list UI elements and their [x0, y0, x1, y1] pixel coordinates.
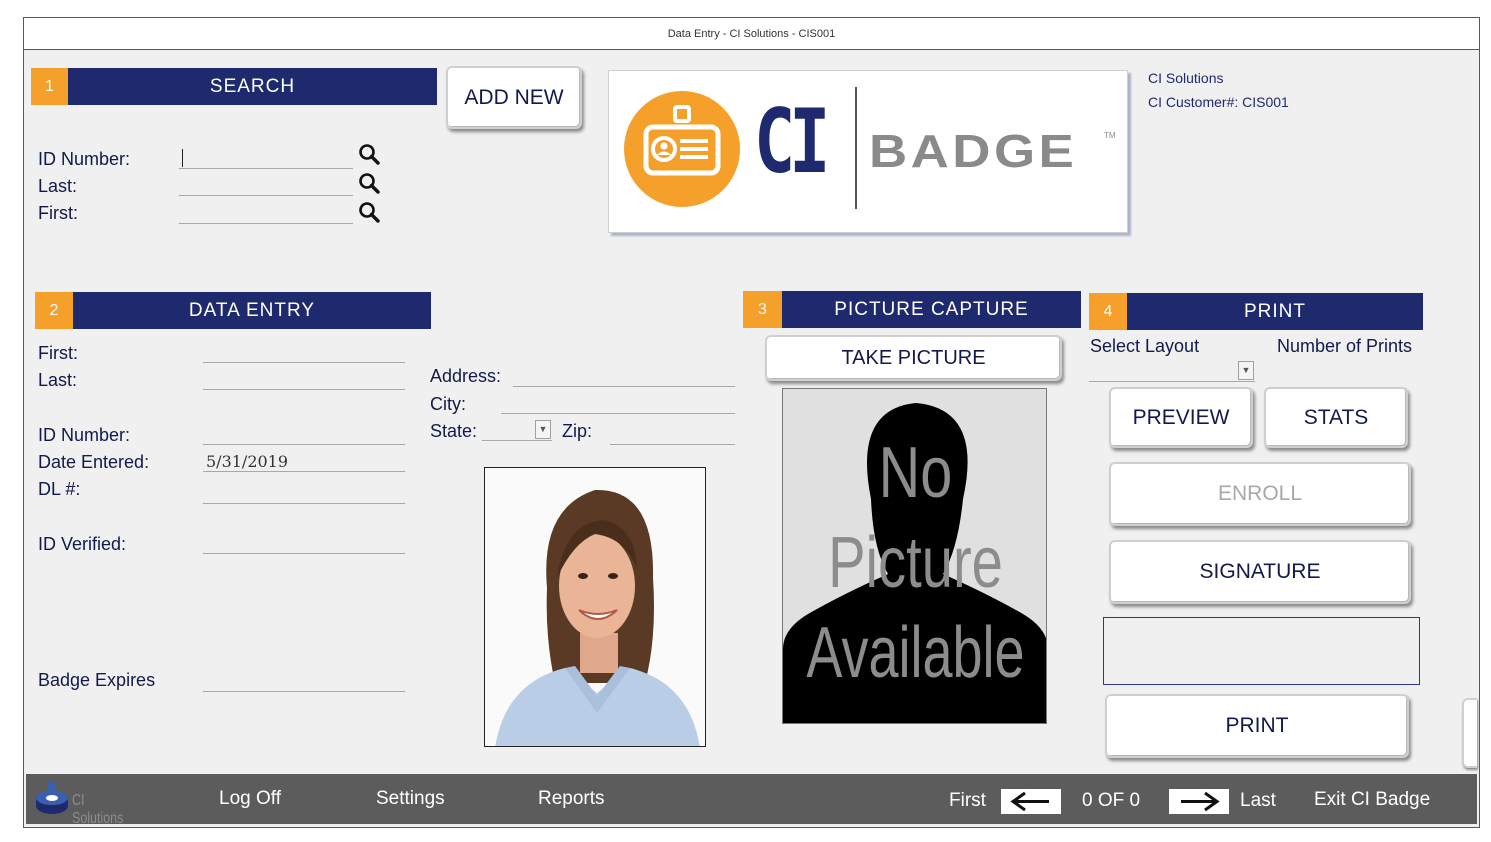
search-first-icon[interactable]: [358, 201, 380, 223]
logo-divider: [855, 87, 857, 209]
record-counter: 0 OF 0: [1082, 790, 1141, 811]
add-new-button[interactable]: ADD NEW: [446, 66, 582, 129]
search-id-icon[interactable]: [358, 143, 380, 165]
date-entered-field[interactable]: 5/31/2019: [203, 449, 405, 472]
section-header-data-entry: DATA ENTRY: [73, 292, 431, 329]
id-verified-field[interactable]: [203, 531, 405, 554]
window-title: Data Entry - CI Solutions - CIS001: [24, 18, 1479, 50]
dl-number-label: DL #:: [38, 479, 81, 499]
ci-logo-icon: [36, 782, 68, 814]
arrow-left-icon: [1010, 791, 1049, 812]
partial-side-button[interactable]: [1462, 698, 1477, 768]
state-label: State:: [430, 421, 478, 441]
address-field[interactable]: [513, 364, 735, 387]
exit-button[interactable]: Exit CI Badge: [1314, 789, 1430, 811]
section-number-print: 4: [1089, 293, 1127, 330]
chevron-down-icon[interactable]: ▼: [535, 420, 551, 439]
date-entered-value: 5/31/2019: [206, 452, 289, 471]
footer-logo-text: CI Solutions: [72, 792, 124, 827]
search-id-label: ID Number:: [38, 149, 131, 169]
last-name-label: Last:: [38, 370, 78, 390]
search-first-input[interactable]: [179, 201, 353, 224]
zip-field[interactable]: [610, 422, 735, 445]
section-number-search: 1: [31, 68, 68, 105]
badge-expires-field[interactable]: [203, 669, 405, 692]
logo-badge-text: BADGE: [869, 125, 1078, 177]
number-of-prints-label: Number of Prints: [1277, 336, 1413, 356]
select-layout-label: Select Layout: [1090, 336, 1200, 356]
search-first-label: First:: [38, 203, 78, 223]
ci-badge-logo: CI BADGE TM: [608, 70, 1128, 233]
chevron-down-icon[interactable]: ▼: [1238, 361, 1254, 380]
print-button[interactable]: PRINT: [1105, 694, 1409, 758]
first-name-field[interactable]: [203, 340, 405, 363]
settings-link[interactable]: Settings: [376, 788, 445, 810]
address-label: Address:: [430, 366, 502, 386]
section-header-search: SEARCH: [68, 68, 437, 105]
section-number-data-entry: 2: [35, 292, 73, 329]
existing-id-photo: [484, 467, 706, 747]
city-label: City:: [430, 394, 466, 414]
dl-number-field[interactable]: [203, 481, 405, 504]
section-header-print: PRINT: [1127, 293, 1423, 330]
take-picture-button[interactable]: TAKE PICTURE: [765, 335, 1062, 381]
last-name-field[interactable]: [203, 367, 405, 390]
text-cursor: [182, 149, 183, 167]
first-name-label: First:: [38, 343, 78, 363]
search-last-input[interactable]: [179, 173, 353, 196]
person-photo-icon: [485, 468, 705, 746]
badge-expires-label: Badge Expires: [38, 670, 156, 690]
first-record-label[interactable]: First: [949, 790, 986, 812]
date-entered-label: Date Entered:: [38, 452, 150, 472]
customer-number: CI Customer#: CIS001: [1148, 94, 1289, 110]
select-layout-dropdown[interactable]: ▼: [1089, 360, 1255, 382]
logo-ci-text: CI: [754, 90, 830, 193]
signature-button[interactable]: SIGNATURE: [1109, 540, 1411, 604]
preview-button[interactable]: PREVIEW: [1109, 387, 1253, 448]
last-record-label[interactable]: Last: [1240, 790, 1276, 812]
section-header-picture: PICTURE CAPTURE: [782, 291, 1081, 328]
previous-record-button[interactable]: [1001, 789, 1061, 814]
reports-link[interactable]: Reports: [538, 788, 605, 810]
search-last-label: Last:: [38, 176, 78, 196]
next-record-button[interactable]: [1169, 789, 1229, 814]
state-select[interactable]: ▼: [482, 419, 552, 441]
zip-label: Zip:: [562, 421, 593, 441]
placeholder-line3: Available: [806, 613, 1025, 693]
no-picture-placeholder: No Picture Available: [782, 388, 1047, 724]
id-number-label: ID Number:: [38, 425, 131, 445]
id-number-field[interactable]: [203, 422, 405, 445]
badge-icon: [624, 91, 740, 207]
section-number-picture: 3: [743, 291, 782, 328]
logo-tm: TM: [1104, 131, 1116, 140]
city-field[interactable]: [501, 391, 735, 414]
signature-box: [1103, 617, 1420, 685]
stats-button[interactable]: STATS: [1264, 387, 1408, 448]
search-last-icon[interactable]: [358, 172, 380, 194]
id-verified-label: ID Verified:: [38, 534, 127, 554]
placeholder-line1: No: [878, 433, 953, 513]
arrow-right-icon: [1181, 791, 1220, 812]
placeholder-line2: Picture: [828, 523, 1003, 603]
footer-logo: CI Solutions: [34, 780, 154, 827]
enroll-button[interactable]: ENROLL: [1109, 462, 1411, 526]
search-id-input[interactable]: [179, 146, 353, 169]
log-off-link[interactable]: Log Off: [219, 788, 281, 810]
company-name: CI Solutions: [1148, 70, 1224, 86]
